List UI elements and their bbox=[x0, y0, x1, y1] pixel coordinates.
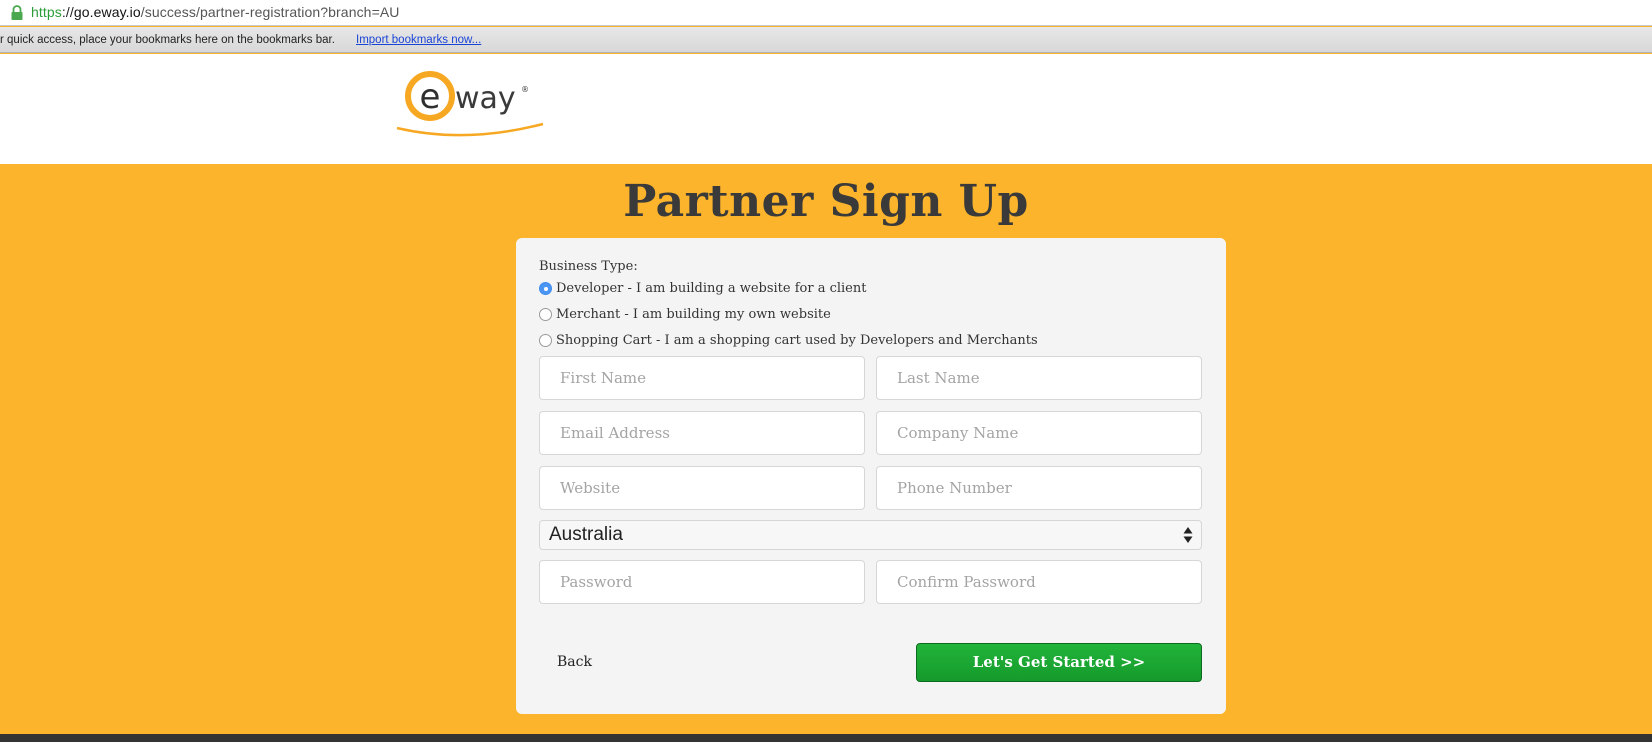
url-scheme: https bbox=[31, 4, 62, 20]
site-header: e way ® bbox=[0, 54, 1652, 164]
lock-icon bbox=[11, 5, 23, 20]
radio-button-developer[interactable] bbox=[539, 282, 552, 295]
radio-developer[interactable]: Developer - I am building a website for … bbox=[539, 281, 866, 296]
radio-label-merchant: Merchant - I am building my own website bbox=[556, 307, 831, 322]
url-host: go.eway.io bbox=[73, 4, 141, 20]
address-bar[interactable]: https://go.eway.io/success/partner-regis… bbox=[0, 0, 1652, 26]
bookmarks-hint: r quick access, place your bookmarks her… bbox=[0, 34, 335, 46]
business-type-label: Business Type: bbox=[539, 259, 638, 274]
radio-button-merchant[interactable] bbox=[539, 308, 552, 321]
email-input[interactable] bbox=[539, 411, 865, 455]
back-button[interactable]: Back bbox=[557, 654, 592, 670]
url-text[interactable]: https://go.eway.io/success/partner-regis… bbox=[31, 4, 400, 20]
svg-text:®: ® bbox=[521, 85, 529, 94]
eway-logo[interactable]: e way ® bbox=[395, 68, 545, 138]
company-name-input[interactable] bbox=[876, 411, 1202, 455]
country-select[interactable]: Australia bbox=[539, 520, 1202, 550]
password-input[interactable] bbox=[539, 560, 865, 604]
url-separator: :// bbox=[61, 4, 74, 20]
footer-strip bbox=[0, 734, 1652, 742]
radio-shopping-cart[interactable]: Shopping Cart - I am a shopping cart use… bbox=[539, 333, 1038, 348]
signup-form-panel: Business Type: Developer - I am building… bbox=[516, 238, 1226, 714]
import-bookmarks-link[interactable]: Import bookmarks now... bbox=[356, 34, 481, 46]
radio-merchant[interactable]: Merchant - I am building my own website bbox=[539, 307, 831, 322]
lets-get-started-button[interactable]: Let's Get Started >> bbox=[916, 643, 1202, 682]
radio-label-developer: Developer - I am building a website for … bbox=[556, 281, 867, 296]
select-arrows-icon bbox=[1183, 527, 1193, 543]
confirm-password-input[interactable] bbox=[876, 560, 1202, 604]
last-name-input[interactable] bbox=[876, 356, 1202, 400]
radio-button-shopping-cart[interactable] bbox=[539, 334, 552, 347]
first-name-input[interactable] bbox=[539, 356, 865, 400]
svg-text:way: way bbox=[455, 81, 516, 116]
url-path: /success/partner-registration?branch=AU bbox=[140, 4, 400, 20]
website-input[interactable] bbox=[539, 466, 865, 510]
country-select-value: Australia bbox=[549, 524, 623, 545]
page-title: Partner Sign Up bbox=[623, 176, 1029, 227]
radio-label-shopping-cart: Shopping Cart - I am a shopping cart use… bbox=[556, 333, 1038, 348]
svg-text:e: e bbox=[420, 77, 441, 117]
bookmarks-bar: r quick access, place your bookmarks her… bbox=[0, 27, 1652, 53]
phone-number-input[interactable] bbox=[876, 466, 1202, 510]
